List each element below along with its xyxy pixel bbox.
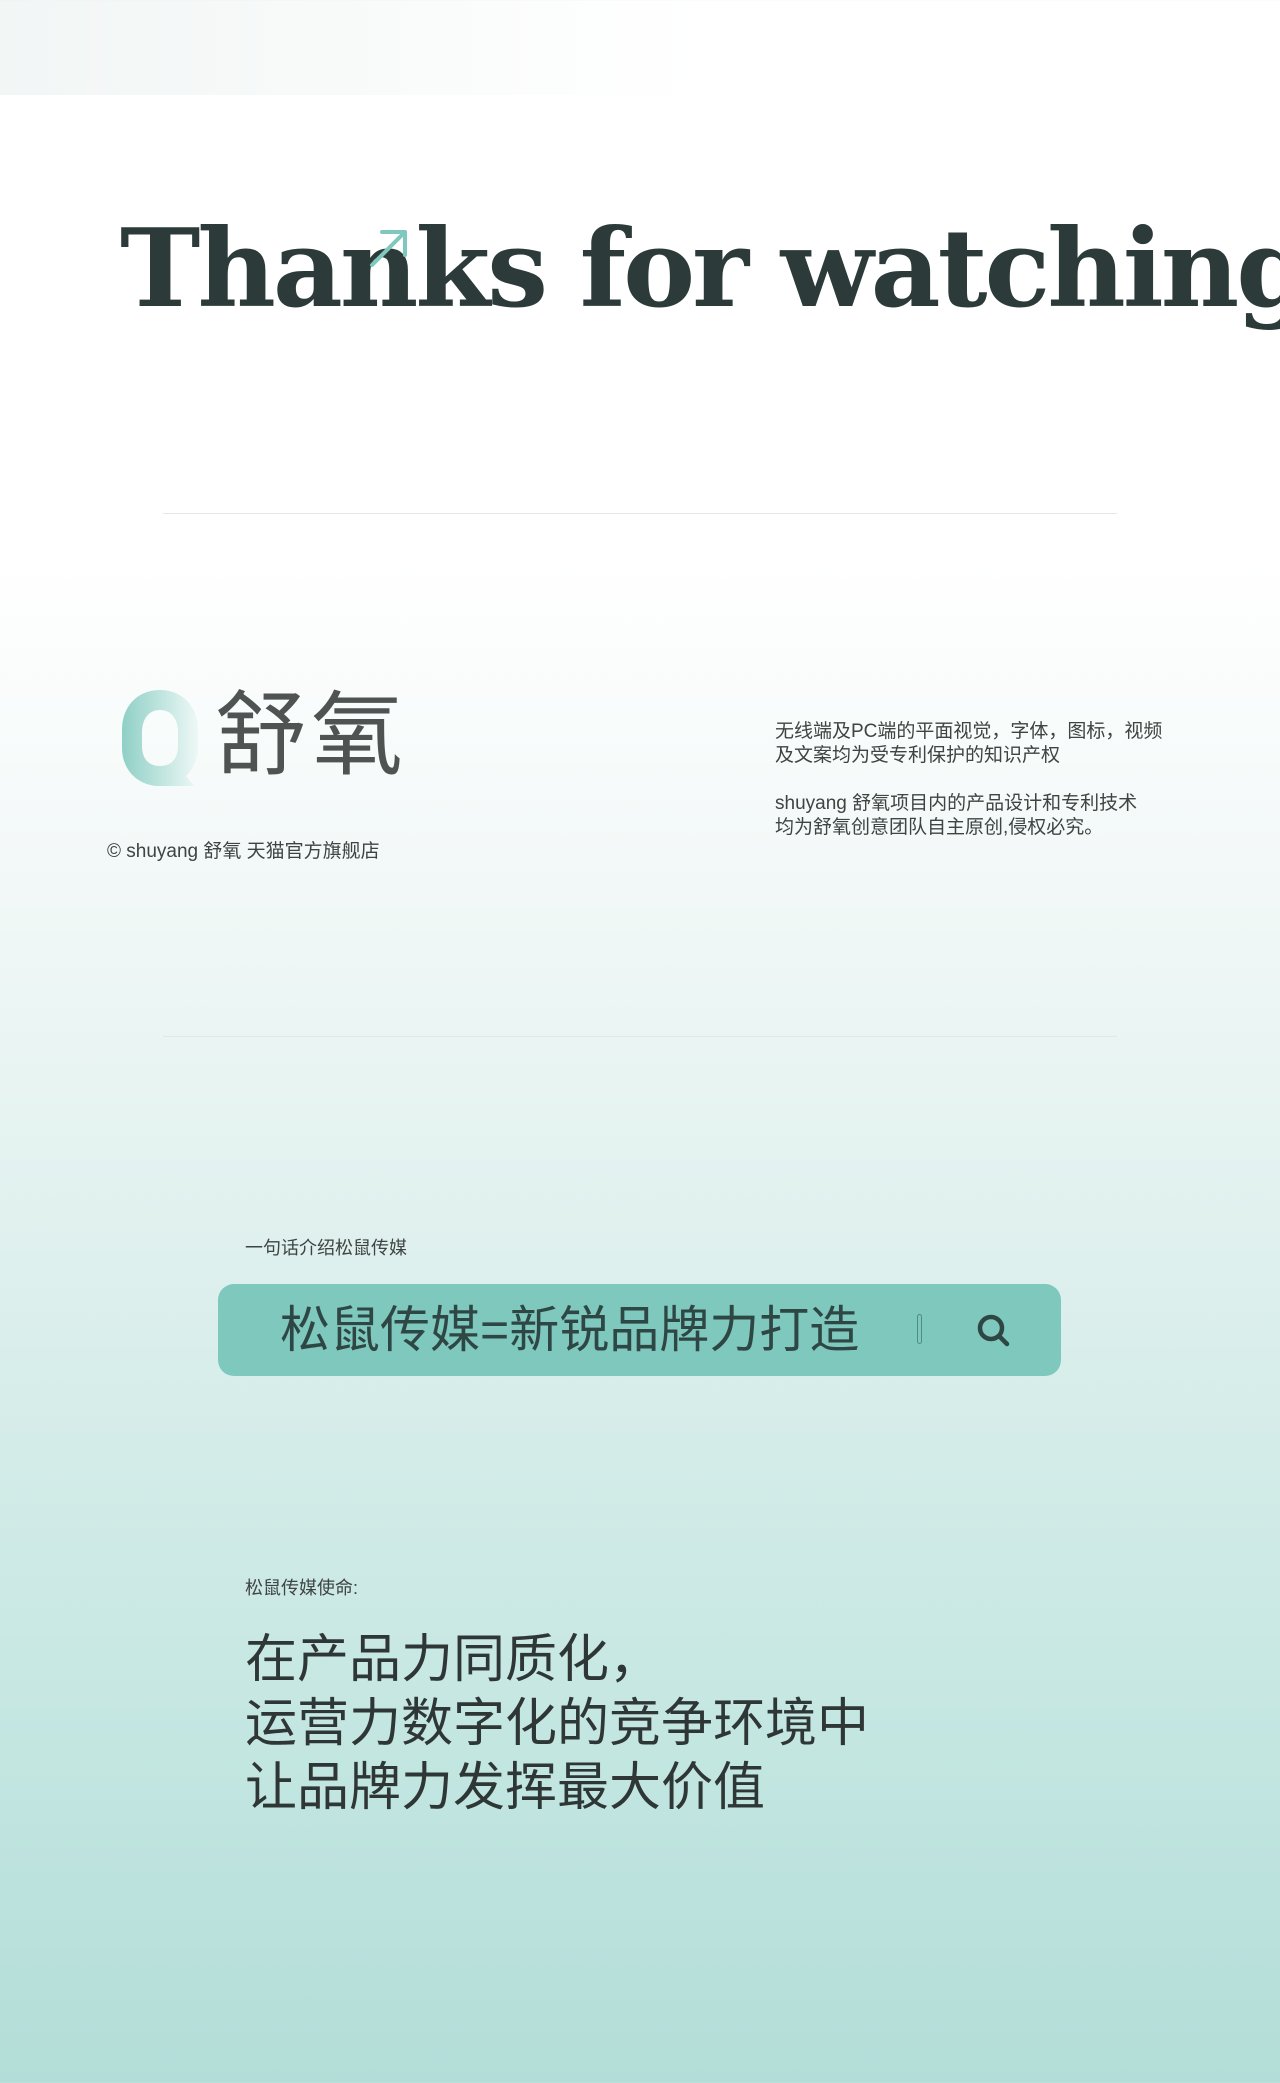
mission-line: 运营力数字化的竞争环境中 (245, 1695, 870, 1753)
intro-label: 一句话介绍松鼠传媒 (245, 1238, 407, 1258)
divider-top (163, 513, 1117, 514)
search-bar[interactable]: 松鼠传媒=新锐品牌力打造 (218, 1284, 1061, 1376)
brand-logo-text: 舒氧 (215, 682, 408, 789)
arrow-up-right-icon (370, 230, 407, 267)
speech-bubble-logo-icon (122, 690, 198, 786)
mission-line: 在产品力同质化， (245, 1631, 662, 1689)
legal-line: 无线端及PC端的平面视觉，字体，图标，视频 (775, 721, 1163, 742)
brand-copyright: © shuyang 舒氧 天猫官方旗舰店 (107, 841, 380, 862)
text-caret (917, 1314, 922, 1344)
legal-notice-ip: 无线端及PC端的平面视觉，字体，图标，视频 及文案均为受专利保护的知识产权 (775, 720, 1195, 768)
mission-line: 让品牌力发挥最大价值 (245, 1759, 766, 1817)
search-query-text[interactable]: 松鼠传媒=新锐品牌力打造 (280, 1302, 859, 1358)
search-icon[interactable] (974, 1311, 1014, 1351)
legal-line: shuyang 舒氧项目内的产品设计和专利技术 (775, 793, 1138, 814)
mission-statement: 在产品力同质化， 运营力数字化的竞争环境中 让品牌力发挥最大价值 (245, 1628, 869, 1820)
legal-notice-patent: shuyang 舒氧项目内的产品设计和专利技术 均为舒氧创意团队自主原创,侵权必… (775, 792, 1195, 840)
divider-middle (163, 1036, 1117, 1037)
legal-line: 及文案均为受专利保护的知识产权 (775, 745, 1061, 766)
legal-line: 均为舒氧创意团队自主原创,侵权必究。 (775, 817, 1104, 838)
mission-label: 松鼠传媒使命: (245, 1578, 359, 1598)
top-background-haze (0, 0, 700, 95)
headline-thanks: Thanks for watching (120, 206, 1280, 332)
